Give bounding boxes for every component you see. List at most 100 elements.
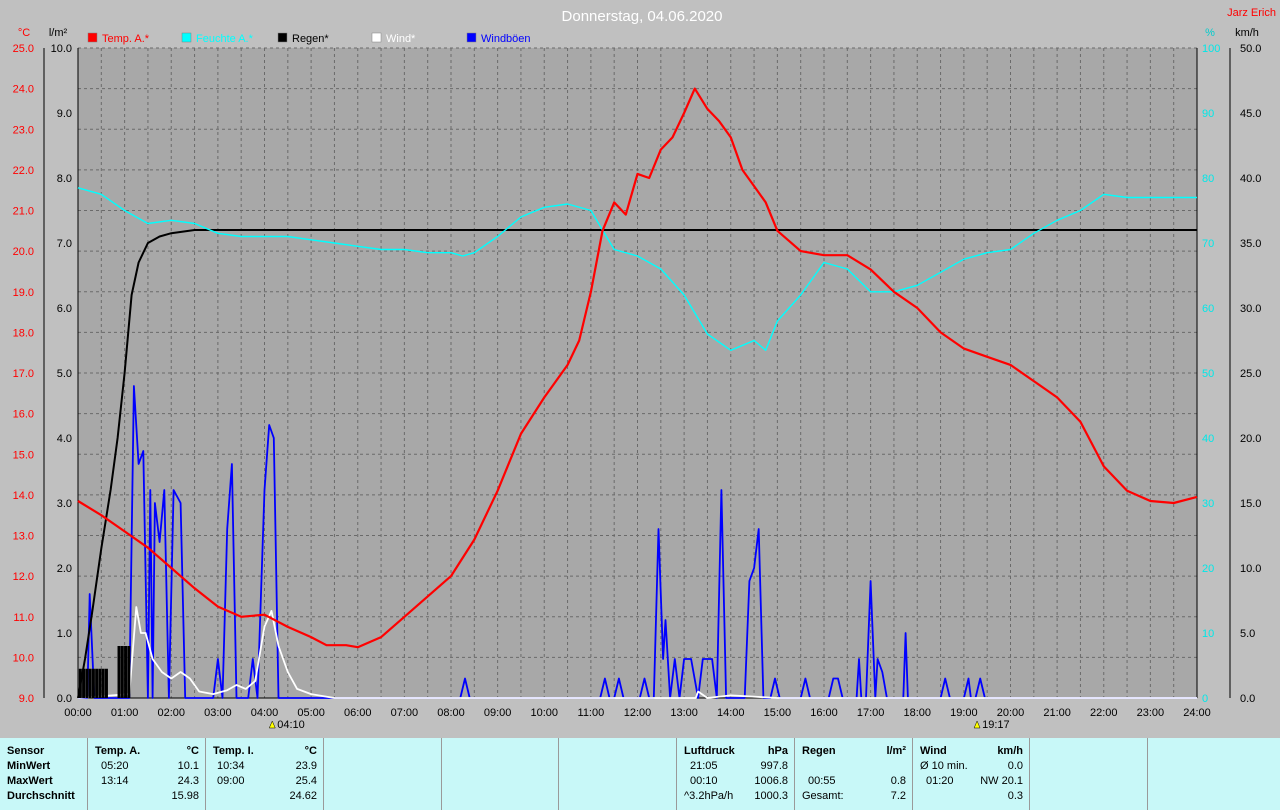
humidity-tick-label: 80	[1202, 173, 1214, 185]
x-tick-label: 09:00	[484, 707, 512, 719]
temperature-tick-label: 13.0	[13, 531, 34, 543]
rain-bar	[101, 668, 105, 698]
stats-panel: Sensor MinWert MaxWert Durchschnitt Temp…	[0, 738, 1280, 810]
humidity-tick-label: 40	[1202, 433, 1214, 445]
stats-temp-a-group: Temp. A. °C 05:20 10.1 13:14 24.3 15.98	[88, 738, 206, 810]
x-tick-label: 12:00	[624, 707, 652, 719]
x-tick-label: 01:00	[111, 707, 139, 719]
stats-temp-i-max-time: 09:00	[217, 775, 245, 787]
stats-empty-group	[442, 738, 559, 810]
wind-tick-label: 40.0	[1240, 173, 1261, 185]
rain-tick-label: 10.0	[51, 43, 72, 55]
stats-rain-max-time: 00:55	[808, 775, 836, 787]
temperature-tick-label: 18.0	[13, 327, 34, 339]
legend-swatch	[181, 32, 192, 43]
legend-label: Feuchte A.*	[196, 33, 254, 45]
temperature-tick-label: 20.0	[13, 246, 34, 258]
humidity-tick-label: 10	[1202, 628, 1214, 640]
x-tick-label: 03:00	[204, 707, 232, 719]
stats-pressure-trend: ^3.2hPa/h	[684, 790, 734, 802]
stats-sensor-header: Sensor	[7, 745, 45, 757]
x-tick-label: 14:00	[717, 707, 745, 719]
stats-temp-i-header: Temp. I.	[213, 745, 254, 757]
x-tick-label: 10:00	[530, 707, 558, 719]
rain-tick-label: 3.0	[57, 498, 72, 510]
wind-tick-label: 45.0	[1240, 108, 1261, 120]
stats-temp-a-header: Temp. A.	[95, 745, 141, 757]
wind-tick-label: 50.0	[1240, 43, 1261, 55]
temperature-tick-label: 10.0	[13, 652, 34, 664]
stats-wind-unit: km/h	[997, 745, 1023, 757]
x-tick-label: 00:00	[64, 707, 92, 719]
wind-tick-label: 35.0	[1240, 238, 1261, 250]
stats-empty-group	[559, 738, 677, 810]
stats-wind-group: Wind km/h Ø 10 min. 0.0 01:20 NW 20.1 0.…	[913, 738, 1030, 810]
stats-row-label: MaxWert	[7, 775, 53, 787]
rain-bar	[95, 668, 99, 698]
wind-tick-label: 30.0	[1240, 303, 1261, 315]
sunrise-time: 04:10	[277, 719, 305, 731]
rain-bar	[120, 646, 124, 698]
stats-rain-group: Regen l/m² 00:55 0.8 Gesamt: 7.2	[795, 738, 913, 810]
temperature-tick-label: 17.0	[13, 368, 34, 380]
temperature-tick-label: 21.0	[13, 206, 34, 218]
legend-label: Windböen	[481, 33, 531, 45]
x-tick-label: 23:00	[1137, 707, 1165, 719]
rain-tick-label: 8.0	[57, 173, 72, 185]
x-tick-label: 04:00	[251, 707, 279, 719]
rain-bar	[85, 668, 89, 698]
x-tick-label: 11:00	[578, 707, 605, 719]
x-tick-label: 18:00	[903, 707, 931, 719]
x-tick-label: 19:00	[950, 707, 978, 719]
stats-temp-i-max-value: 25.4	[295, 775, 317, 787]
wind-tick-label: 25.0	[1240, 368, 1261, 380]
wind-tick-label: 10.0	[1240, 563, 1261, 575]
humidity-tick-label: 20	[1202, 563, 1214, 575]
x-tick-label: 16:00	[810, 707, 838, 719]
legend-swatch	[277, 32, 288, 43]
x-tick-label: 17:00	[857, 707, 885, 719]
sunset-time: 19:17	[982, 719, 1010, 731]
stats-pressure-group: Luftdruck hPa 21:05 997.8 00:10 1006.8 ^…	[677, 738, 795, 810]
humidity-tick-label: 0	[1202, 693, 1208, 705]
x-tick-label: 06:00	[344, 707, 372, 719]
stats-sensor-group: Sensor MinWert MaxWert Durchschnitt	[0, 738, 88, 810]
stats-rain-total-value: 7.2	[890, 790, 906, 802]
stats-pressure-min-value: 997.8	[760, 760, 788, 772]
legend-label: Temp. A.*	[102, 33, 150, 45]
stats-pressure-max-time: 00:10	[690, 775, 718, 787]
x-tick-label: 20:00	[997, 707, 1025, 719]
wind-tick-label: 5.0	[1240, 628, 1255, 640]
stats-pressure-header: Luftdruck	[684, 745, 735, 757]
stats-rain-max-value: 0.8	[890, 775, 906, 787]
stats-empty-group	[324, 738, 442, 810]
stats-pressure-avg-value: 1000.3	[754, 790, 788, 802]
stats-temp-i-unit: °C	[304, 745, 317, 757]
stats-wind-header: Wind	[920, 745, 947, 757]
stats-row-label: Durchschnitt	[7, 790, 75, 802]
author-label: Jarz Erich	[1227, 7, 1276, 19]
legend-swatch	[87, 32, 98, 43]
rain-tick-label: 9.0	[57, 108, 72, 120]
temperature-tick-label: 16.0	[13, 409, 34, 421]
wind-tick-label: 0.0	[1240, 693, 1255, 705]
rain-bar	[117, 646, 121, 698]
temperature-tick-label: 25.0	[13, 43, 34, 55]
x-tick-label: 02:00	[157, 707, 185, 719]
weather-chart: Donnerstag, 04.06.2020 Jarz Erich °C l/m…	[0, 0, 1280, 738]
temperature-tick-label: 15.0	[13, 449, 34, 461]
humidity-tick-label: 90	[1202, 108, 1214, 120]
temperature-tick-label: 11.0	[13, 612, 34, 624]
temperature-tick-label: 22.0	[13, 165, 34, 177]
x-tick-label: 22:00	[1090, 707, 1118, 719]
stats-temp-i-group: Temp. I. °C 10:34 23.9 09:00 25.4 24.62	[206, 738, 324, 810]
stats-temp-a-max-time: 13:14	[101, 775, 129, 787]
stats-temp-i-min-value: 23.9	[295, 760, 317, 772]
axis-unit-rain: l/m²	[49, 27, 68, 39]
rain-bar	[88, 668, 92, 698]
humidity-tick-label: 50	[1202, 368, 1214, 380]
x-tick-label: 13:00	[670, 707, 698, 719]
rain-tick-label: 4.0	[57, 433, 72, 445]
temperature-tick-label: 23.0	[13, 124, 34, 136]
x-tick-label: 24:00	[1183, 707, 1211, 719]
